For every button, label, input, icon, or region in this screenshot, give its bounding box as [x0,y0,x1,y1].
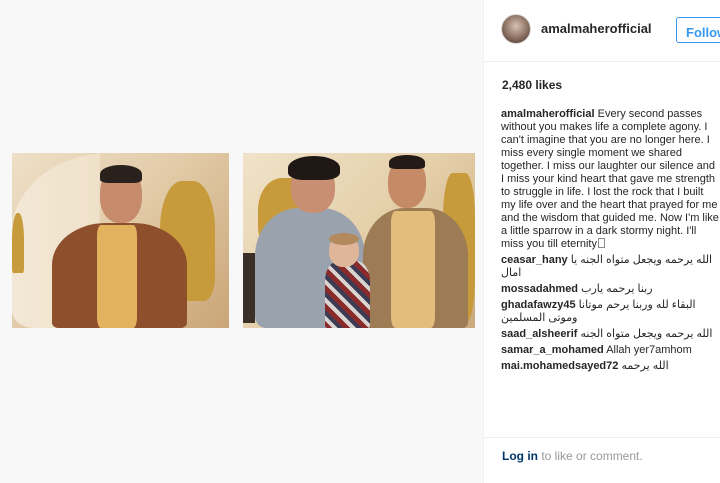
comment-username[interactable]: mossadahmed [501,283,578,295]
list-item: mossadahmed ربنا يرحمه يارب [501,283,719,296]
photo-man-portrait [12,153,229,328]
comment-username[interactable]: samar_a_mohamed [501,344,604,356]
follow-button[interactable]: Follow [676,17,720,43]
comment-username[interactable]: ceasar_hany [501,254,568,266]
post-username[interactable]: amalmaherofficial [541,21,652,36]
list-item: samar_a_mohamed Allah yer7amhom [501,344,719,357]
comment-text: الله يرحمه [621,360,669,372]
list-item: ghadafawzy45 البقاء لله وربنا يرحم موتان… [501,299,719,325]
likes-count[interactable]: 2,480 likes [502,78,562,92]
caption: amalmaherofficial Every second passes wi… [501,108,719,251]
photo-family [243,153,475,328]
login-link[interactable]: Log in [502,449,538,463]
list-item: saad_alsheerif الله يرحمه ويجعل متواه ال… [501,328,719,341]
comment-username[interactable]: saad_alsheerif [501,328,577,340]
list-item: ceasar_hany الله يرحمه ويجعل متواه الجنه… [501,254,719,280]
comment-text: الله يرحمه ويجعل متواه الجنه [580,328,713,340]
post-sidebar: amalmaherofficial Follow 2,480 likes ama… [483,0,720,483]
login-prompt: Log in to like or comment. [502,449,643,463]
avatar[interactable] [501,14,531,44]
comment-text: Allah yer7amhom [606,344,692,356]
list-item: mai.mohamedsayed72 الله يرحمه [501,360,719,373]
comment-username[interactable]: mai.mohamedsayed72 [501,360,618,372]
caption-emoji-icon [597,238,605,248]
comment-username[interactable]: ghadafawzy45 [501,299,576,311]
login-prompt-text: to like or comment. [538,449,643,463]
caption-text: Every second passes without you makes li… [501,108,719,250]
post-header: amalmaherofficial Follow [484,0,720,62]
comment-text: ربنا يرحمه يارب [581,283,653,295]
post-media[interactable] [0,0,483,483]
post-footer: Log in to like or comment. [484,437,720,483]
caption-username[interactable]: amalmaherofficial [501,108,595,120]
comments-list[interactable]: amalmaherofficial Every second passes wi… [501,108,719,430]
